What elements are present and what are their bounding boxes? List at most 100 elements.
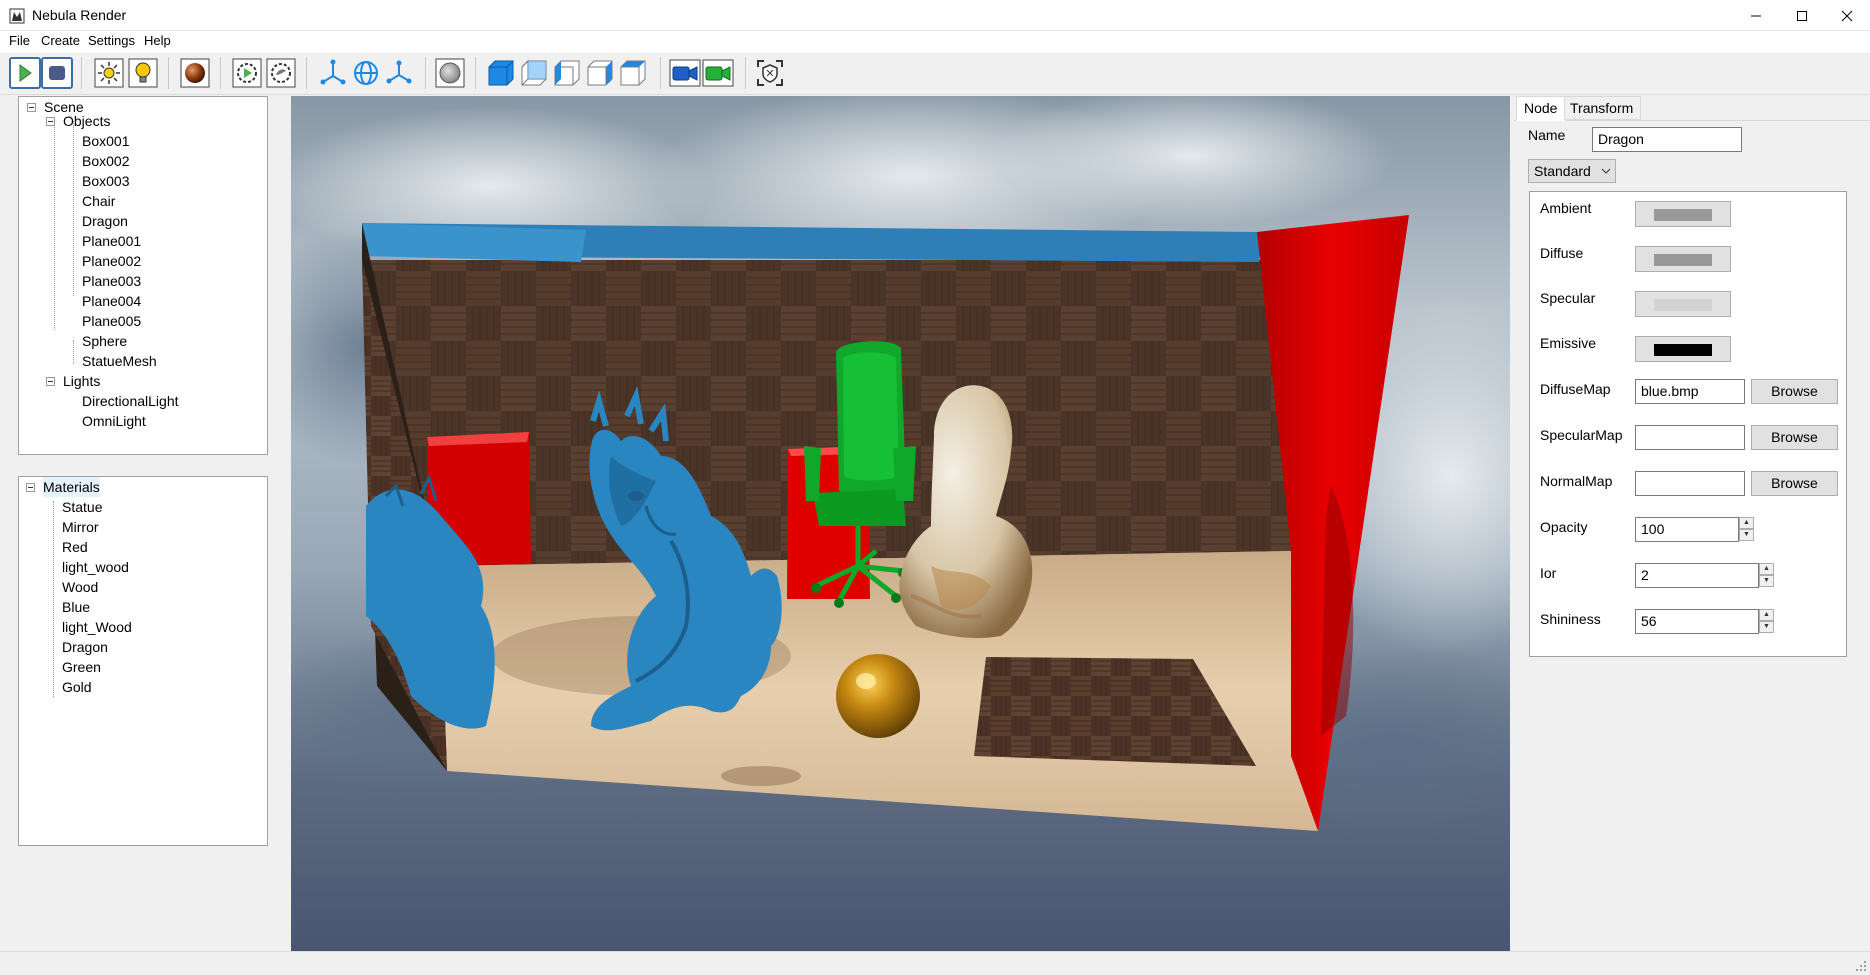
minimize-icon	[1751, 15, 1761, 16]
opacity-stepper[interactable]: ▲ ▼	[1739, 517, 1754, 542]
material-item-green[interactable]: Green	[62, 657, 101, 677]
material-editor-button[interactable]	[178, 55, 212, 91]
normalmap-browse-button[interactable]: Browse	[1751, 471, 1838, 496]
materials-tree[interactable]: Materials Statue Mirror Red light_wood W…	[18, 476, 268, 846]
tree-item-statuemesh[interactable]: StatueMesh	[82, 351, 157, 371]
emissive-color-button[interactable]	[1635, 336, 1731, 362]
scene-settings-button[interactable]	[264, 55, 298, 91]
view-top-button[interactable]	[616, 55, 650, 91]
material-item-dragon[interactable]: Dragon	[62, 637, 108, 657]
app-logo-icon	[9, 8, 25, 24]
menu-file[interactable]: File	[7, 33, 32, 48]
material-item-statue[interactable]: Statue	[62, 497, 102, 517]
tree-item-dragon[interactable]: Dragon	[82, 211, 128, 231]
view-back-button[interactable]	[517, 55, 551, 91]
ior-input[interactable]: 2	[1635, 563, 1759, 588]
name-input[interactable]: Dragon	[1592, 127, 1742, 152]
material-item-mirror[interactable]: Mirror	[62, 517, 99, 537]
tab-divider	[1514, 120, 1870, 121]
status-bar	[0, 951, 1870, 975]
spin-down-icon[interactable]: ▼	[1759, 621, 1774, 633]
scene-tree[interactable]: Scene Objects Box001 Box002 Box003 Chair…	[18, 96, 268, 455]
render-viewport[interactable]	[291, 96, 1510, 951]
normalmap-input[interactable]	[1635, 471, 1745, 496]
tree-item-box002[interactable]: Box002	[82, 151, 129, 171]
tab-transform[interactable]: Transform	[1562, 96, 1642, 120]
ambient-color-button[interactable]	[1635, 201, 1731, 227]
tree-item-plane002[interactable]: Plane002	[82, 251, 141, 271]
view-right-icon	[587, 60, 613, 86]
tree-item-plane005[interactable]: Plane005	[82, 311, 141, 331]
specularmap-browse-button[interactable]: Browse	[1751, 425, 1838, 450]
view-left-button[interactable]	[550, 55, 584, 91]
ambient-swatch	[1654, 209, 1712, 221]
minimize-button[interactable]	[1733, 0, 1779, 31]
diffuse-color-button[interactable]	[1635, 246, 1731, 272]
move-tool-button[interactable]	[316, 55, 350, 91]
specularmap-input[interactable]	[1635, 425, 1745, 450]
tree-item-box003[interactable]: Box003	[82, 171, 129, 191]
render-settings-button[interactable]	[230, 55, 264, 91]
material-item-red[interactable]: Red	[62, 537, 88, 557]
ior-stepper[interactable]: ▲ ▼	[1759, 563, 1774, 588]
camera-view-button[interactable]	[668, 55, 702, 91]
toolbar-separator	[660, 57, 661, 89]
scene-expander-icon[interactable]	[27, 103, 36, 112]
spin-up-icon[interactable]: ▲	[1739, 517, 1754, 529]
tree-item-directionallight[interactable]: DirectionalLight	[82, 391, 179, 411]
tree-item-box001[interactable]: Box001	[82, 131, 129, 151]
render-button[interactable]	[8, 55, 42, 91]
add-camera-button[interactable]	[701, 55, 735, 91]
menu-help[interactable]: Help	[142, 33, 173, 48]
scene-settings-icon	[266, 58, 296, 88]
lights-expander-icon[interactable]	[46, 377, 55, 386]
material-item-light-wood-2[interactable]: light_Wood	[62, 617, 132, 637]
maximize-icon	[1797, 10, 1807, 21]
focus-selection-button[interactable]	[753, 55, 787, 91]
menu-create[interactable]: Create	[39, 33, 82, 48]
specular-color-button[interactable]	[1635, 291, 1731, 317]
tree-group-objects[interactable]: Objects	[63, 111, 110, 131]
render-play-icon	[9, 57, 41, 89]
objects-expander-icon[interactable]	[46, 117, 55, 126]
add-sphere-button[interactable]	[433, 55, 467, 91]
tree-group-lights[interactable]: Lights	[63, 371, 100, 391]
resize-grip-icon[interactable]	[1855, 960, 1867, 972]
material-item-gold[interactable]: Gold	[62, 677, 92, 697]
diffusemap-browse-button[interactable]: Browse	[1751, 379, 1838, 404]
add-omni-light-button[interactable]	[126, 55, 160, 91]
close-button[interactable]	[1824, 0, 1870, 31]
diffusemap-input[interactable]: blue.bmp	[1635, 379, 1745, 404]
add-directional-light-button[interactable]	[92, 55, 126, 91]
tree-item-plane003[interactable]: Plane003	[82, 271, 141, 291]
tree-item-plane001[interactable]: Plane001	[82, 231, 141, 251]
material-type-select[interactable]: Standard	[1528, 159, 1616, 183]
material-item-wood[interactable]: Wood	[62, 577, 98, 597]
materials-expander-icon[interactable]	[26, 483, 35, 492]
material-item-blue[interactable]: Blue	[62, 597, 90, 617]
camera-blue-icon	[669, 59, 701, 87]
tree-item-sphere[interactable]: Sphere	[82, 331, 127, 351]
rendered-scene	[291, 96, 1510, 951]
toolbar-separator	[81, 57, 82, 89]
menu-settings[interactable]: Settings	[86, 33, 137, 48]
view-front-button[interactable]	[484, 55, 518, 91]
tree-root-materials[interactable]: Materials	[43, 477, 100, 497]
maximize-button[interactable]	[1779, 0, 1825, 31]
tree-item-plane004[interactable]: Plane004	[82, 291, 141, 311]
spin-up-icon[interactable]: ▲	[1759, 563, 1774, 575]
tab-node[interactable]: Node	[1516, 96, 1566, 121]
shininess-input[interactable]: 56	[1635, 609, 1759, 634]
rotate-tool-button[interactable]	[349, 55, 383, 91]
tree-item-chair[interactable]: Chair	[82, 191, 115, 211]
material-item-light-wood[interactable]: light_wood	[62, 557, 129, 577]
view-right-button[interactable]	[583, 55, 617, 91]
scale-tool-button[interactable]	[382, 55, 416, 91]
tree-item-omnilight[interactable]: OmniLight	[82, 411, 146, 431]
spin-down-icon[interactable]: ▼	[1759, 575, 1774, 587]
opacity-input[interactable]: 100	[1635, 517, 1739, 542]
spin-down-icon[interactable]: ▼	[1739, 529, 1754, 541]
stop-button[interactable]	[40, 55, 74, 91]
shininess-stepper[interactable]: ▲ ▼	[1759, 609, 1774, 634]
spin-up-icon[interactable]: ▲	[1759, 609, 1774, 621]
